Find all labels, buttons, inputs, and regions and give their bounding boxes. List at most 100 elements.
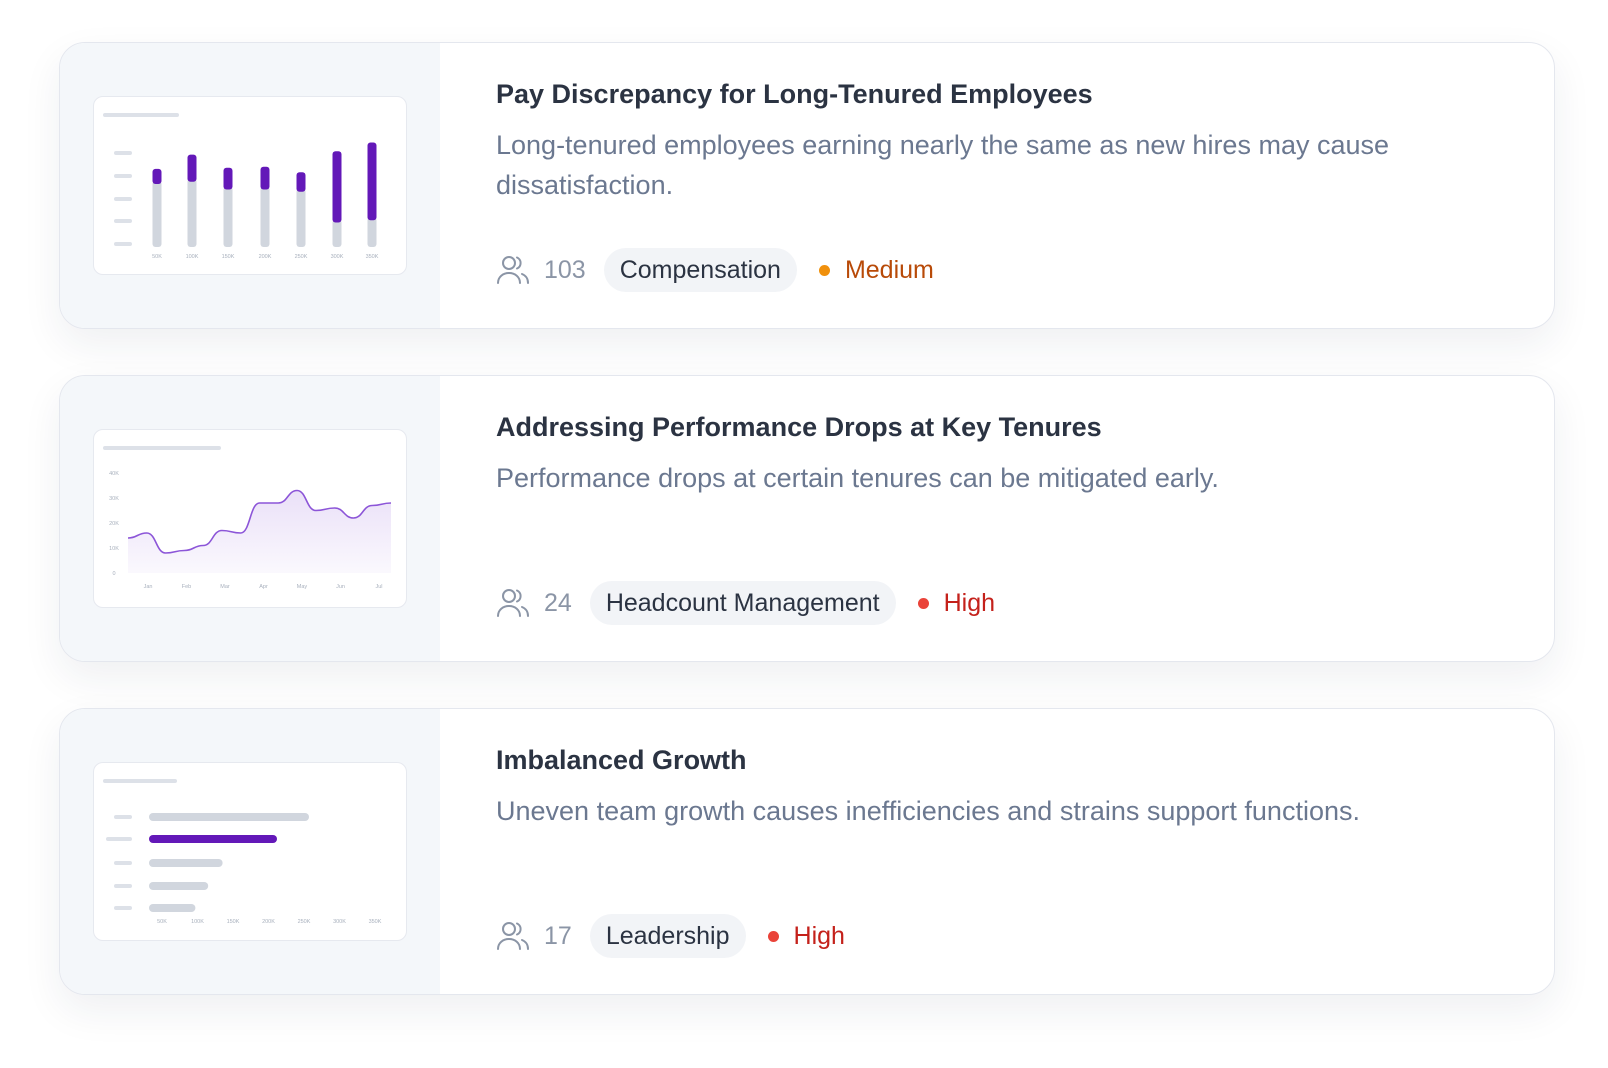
horizontal-bar: [149, 859, 223, 867]
thumbnail-title-placeholder: [103, 446, 221, 450]
people-icon: [497, 589, 529, 617]
x-tick-label: 150K: [222, 254, 235, 260]
bar-accent-segment: [223, 167, 233, 190]
severity-indicator: High: [917, 588, 996, 618]
horizontal-bar: [149, 882, 209, 890]
y-tick-placeholder: [114, 906, 132, 910]
member-count: 24: [544, 588, 572, 617]
x-tick-label: 300K: [331, 254, 344, 260]
x-tick-label: Mar: [220, 584, 230, 590]
category-tag[interactable]: Leadership: [589, 914, 746, 958]
y-tick-label: 10K: [109, 546, 119, 552]
x-tick-label: 350K: [366, 254, 379, 260]
insight-card[interactable]: 50K 100K 150K 200K 250K 300K 350K Pay Discrepa…: [59, 42, 1555, 329]
card-thumbnail-panel: 50K 100K 150K 200K 250K 300K 350K: [60, 709, 440, 994]
y-tick-placeholder: [114, 174, 132, 178]
y-tick-placeholder: [114, 861, 132, 865]
insight-card[interactable]: 40K 30K 20K 10K 0 Jan Feb Mar Apr May Jun Jul Addre…: [59, 375, 1555, 662]
x-tick-label: 50K: [157, 919, 167, 925]
bar-accent-segment: [260, 166, 270, 190]
card-meta: 24 Headcount Management High: [496, 581, 995, 625]
bar-base-segment: [152, 181, 162, 247]
bar-base-segment: [367, 217, 377, 247]
x-tick-label: Jul: [375, 584, 382, 590]
y-tick-label: 0: [112, 571, 115, 577]
x-tick-label: Feb: [182, 584, 191, 590]
severity-label: Medium: [844, 255, 934, 284]
y-tick-placeholder: [114, 242, 132, 246]
horizontal-bar-chart: 50K 100K 150K 200K 250K 300K 350K: [103, 779, 382, 925]
card-thumbnail-panel: 40K 30K 20K 10K 0 Jan Feb Mar Apr May Jun Jul: [60, 376, 440, 661]
bar-accent-segment: [367, 142, 377, 221]
people-icon: [497, 256, 529, 284]
y-tick-label: 30K: [109, 496, 119, 502]
horizontal-bar: [149, 904, 196, 912]
y-tick-placeholder: [114, 815, 132, 819]
severity-indicator: Medium: [818, 255, 934, 285]
x-tick-label: 150K: [227, 919, 240, 925]
x-tick-label: 250K: [295, 254, 308, 260]
horizontal-bar-thumbnail: 50K 100K 150K 200K 250K 300K 350K: [93, 762, 407, 941]
card-content: Addressing Performance Drops at Key Tenu…: [440, 376, 1554, 661]
severity-dot: [917, 597, 929, 609]
member-count: 103: [544, 255, 586, 284]
severity-indicator: High: [767, 921, 845, 951]
insight-list: 50K 100K 150K 200K 250K 300K 350K Pay Discrepa…: [59, 42, 1555, 1041]
severity-dot: [818, 264, 830, 276]
x-tick-label: May: [297, 584, 308, 590]
card-description: Long-tenured employees earning nearly th…: [496, 130, 1390, 200]
stacked-bar-thumbnail: 50K 100K 150K 200K 250K 300K 350K: [93, 96, 407, 275]
severity-dot: [767, 930, 779, 942]
severity-label: High: [793, 921, 845, 950]
x-tick-label: 50K: [152, 254, 162, 260]
horizontal-bar: [149, 813, 309, 821]
card-title: Imbalanced Growth: [496, 745, 747, 775]
card-meta: 103 Compensation Medium: [496, 248, 934, 292]
thumbnail-title-placeholder: [103, 779, 177, 783]
bar-accent-segment: [296, 172, 306, 192]
x-tick-label: 300K: [333, 919, 346, 925]
card-content: Pay Discrepancy for Long-Tenured Employe…: [440, 43, 1554, 328]
x-tick-label: 250K: [298, 919, 311, 925]
card-description: Performance drops at certain tenures can…: [496, 463, 1219, 493]
x-tick-label: 200K: [262, 919, 275, 925]
x-tick-label: 200K: [259, 254, 272, 260]
area-chart: 40K 30K 20K 10K 0 Jan Feb Mar Apr May Jun Jul: [103, 446, 392, 590]
bar-accent-segment: [187, 154, 197, 182]
card-thumbnail-panel: 50K 100K 150K 200K 250K 300K 350K: [60, 43, 440, 328]
card-description: Uneven team growth causes inefficiencies…: [496, 796, 1360, 826]
y-tick-placeholder: [114, 197, 132, 201]
bar-accent-segment: [332, 151, 342, 223]
y-tick-label: 20K: [109, 521, 119, 527]
insight-card[interactable]: 50K 100K 150K 200K 250K 300K 350K Imbalanced G…: [59, 708, 1555, 995]
y-tick-placeholder: [114, 151, 132, 155]
card-title: Addressing Performance Drops at Key Tenu…: [496, 412, 1102, 442]
category-tag[interactable]: Compensation: [603, 248, 797, 292]
x-tick-label: 350K: [369, 919, 382, 925]
card-meta: 17 Leadership High: [496, 914, 845, 958]
y-tick-label: 40K: [109, 471, 119, 477]
y-tick-placeholder: [114, 219, 132, 223]
horizontal-bar: [149, 835, 277, 843]
people-icon: [497, 922, 529, 950]
area-chart-thumbnail: 40K 30K 20K 10K 0 Jan Feb Mar Apr May Jun Jul: [93, 429, 407, 608]
x-tick-label: Jun: [336, 584, 345, 590]
y-tick-placeholder: [106, 837, 132, 841]
severity-label: High: [943, 588, 996, 617]
card-title: Pay Discrepancy for Long-Tenured Employe…: [496, 79, 1093, 109]
thumbnail-title-placeholder: [103, 113, 179, 117]
stacked-bar-chart: 50K 100K 150K 200K 250K 300K 350K: [103, 113, 379, 260]
y-tick-placeholder: [114, 884, 132, 888]
x-tick-label: 100K: [186, 254, 199, 260]
bar-base-segment: [187, 178, 197, 247]
member-count: 17: [544, 921, 572, 950]
bar-base-segment: [223, 186, 233, 247]
card-content: Imbalanced Growth Uneven team growth cau…: [440, 709, 1554, 994]
category-tag[interactable]: Headcount Management: [589, 581, 896, 625]
x-tick-label: 100K: [191, 919, 204, 925]
bar-base-segment: [332, 219, 342, 247]
bar-accent-segment: [152, 168, 162, 184]
bar-base-segment: [260, 186, 270, 247]
x-tick-label: Apr: [259, 584, 268, 590]
bar-base-segment: [296, 188, 306, 247]
